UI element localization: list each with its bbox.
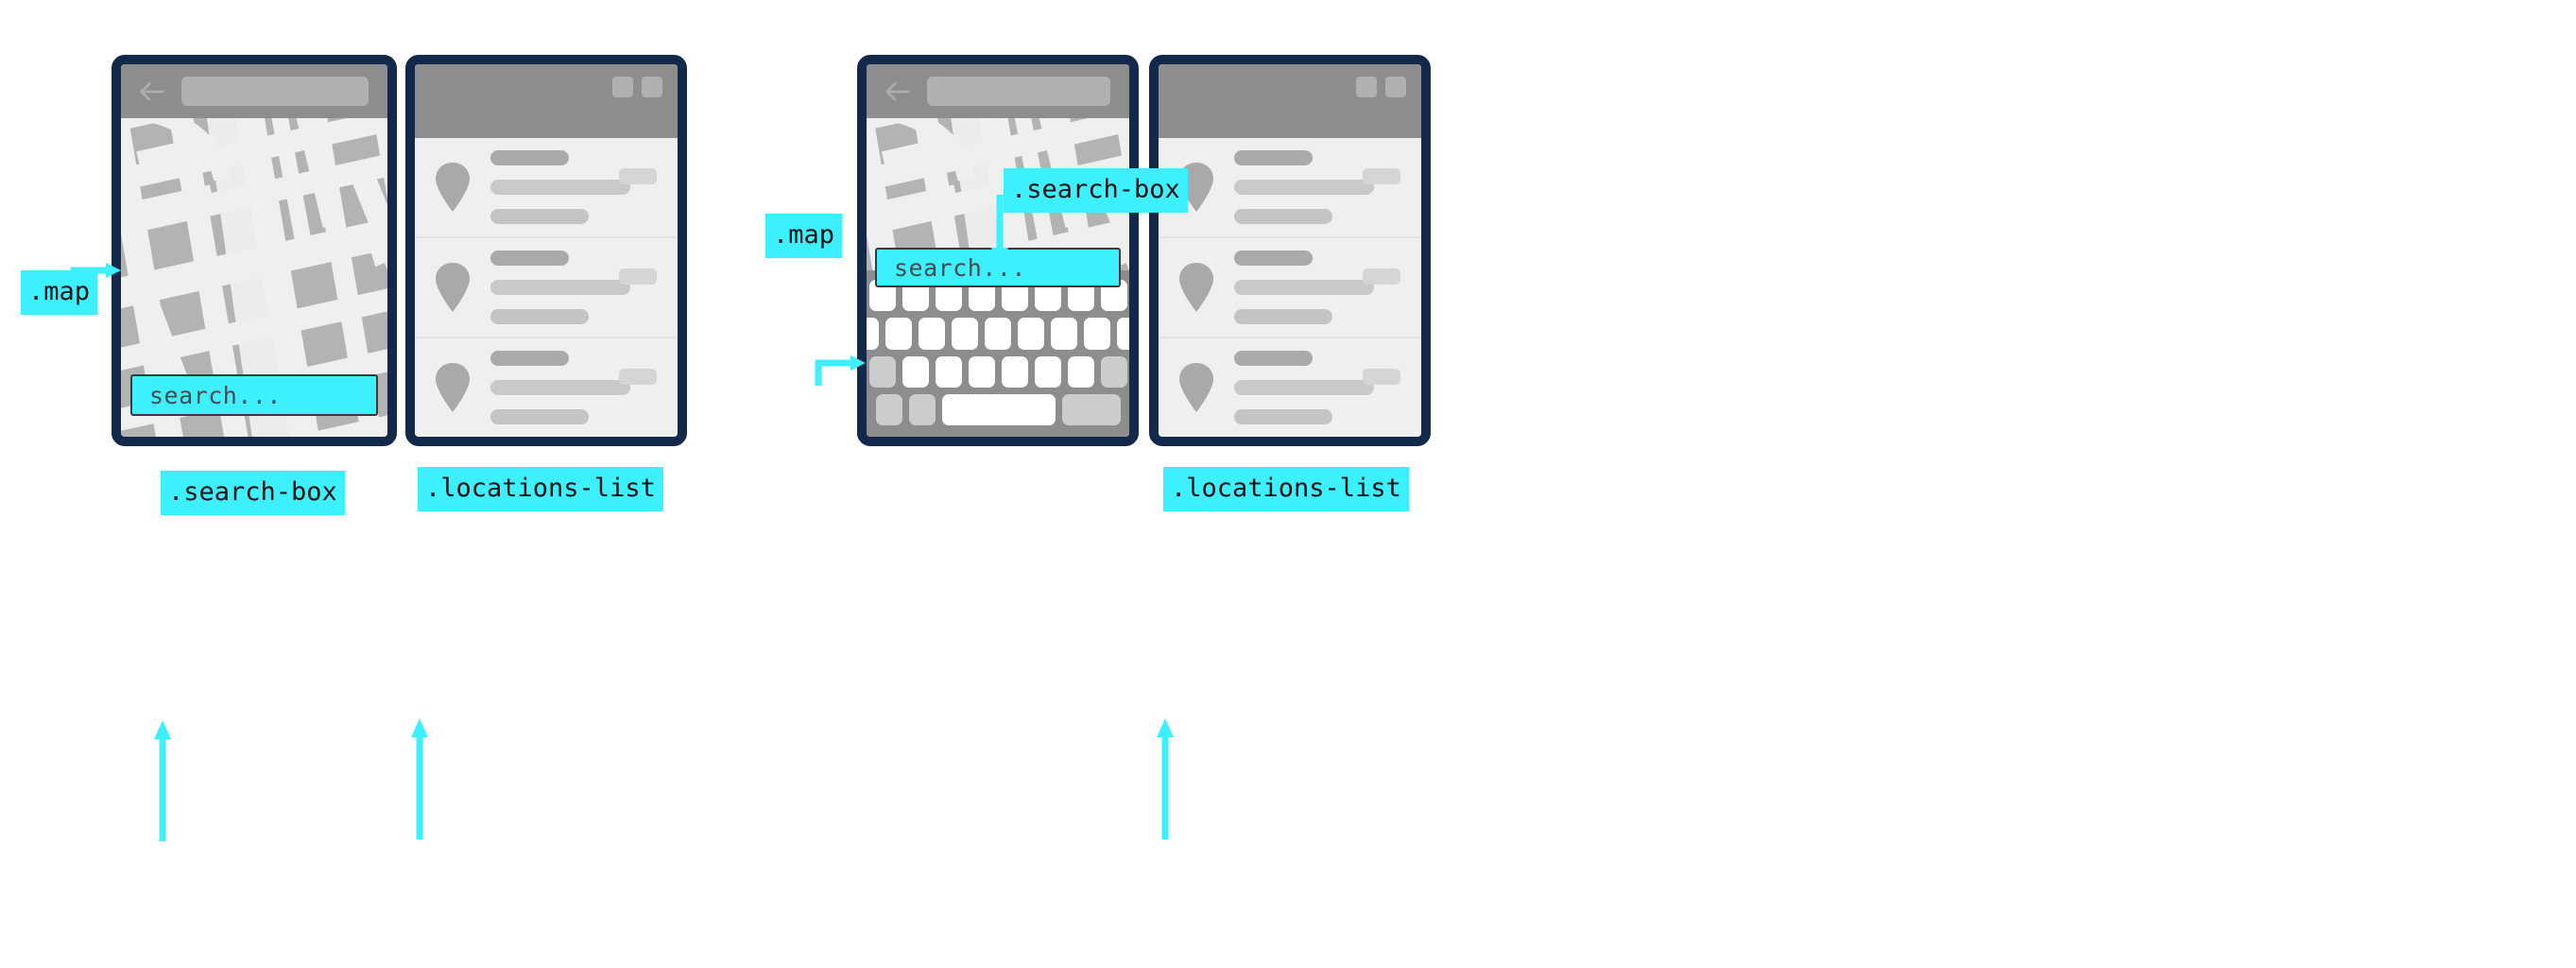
- keyboard-key[interactable]: [1018, 318, 1044, 350]
- list-item-title: [1234, 251, 1313, 266]
- list-item-title: [490, 251, 569, 266]
- square-icon[interactable]: [612, 77, 633, 97]
- list-item-text: [490, 251, 661, 324]
- map-pin-icon: [1177, 361, 1215, 414]
- keyboard-symbols-key[interactable]: [875, 393, 902, 425]
- map-address-field[interactable]: [181, 77, 369, 106]
- annotation-search-box-left: .search-box: [161, 471, 345, 515]
- on-screen-keyboard[interactable]: [867, 270, 1129, 437]
- list-body-b: [1159, 138, 1421, 437]
- square-icon[interactable]: [642, 77, 662, 97]
- keyboard-emoji-key[interactable]: [908, 393, 936, 425]
- list-body-a: [415, 138, 678, 437]
- keyboard-space-key[interactable]: [941, 393, 1056, 425]
- keyboard-key[interactable]: [968, 355, 995, 388]
- keyboard-backspace-key[interactable]: [1100, 355, 1127, 388]
- keyboard-key[interactable]: [1117, 318, 1129, 350]
- list-item-line2: [1234, 309, 1333, 324]
- list-item[interactable]: [415, 337, 678, 437]
- status-badge: [619, 268, 657, 285]
- list-item[interactable]: [415, 236, 678, 337]
- phone-frame-map-a: search...: [112, 55, 397, 446]
- search-box[interactable]: search...: [130, 374, 378, 416]
- list-item-line2: [490, 209, 590, 224]
- keyboard-key[interactable]: [919, 318, 945, 350]
- keyboard-shift-key[interactable]: [868, 355, 896, 388]
- status-badge: [1363, 168, 1400, 185]
- list-item-line1: [490, 180, 630, 195]
- keyboard-row-4: [874, 393, 1122, 425]
- keyboard-key[interactable]: [1001, 355, 1028, 388]
- list-item-line1: [490, 280, 630, 295]
- square-icon[interactable]: [1385, 77, 1406, 97]
- keyboard-key[interactable]: [1034, 355, 1061, 388]
- list-item-line2: [490, 309, 590, 324]
- list-item-text: [1234, 251, 1404, 324]
- list-item-line2: [1234, 209, 1333, 224]
- list-item-text: [1234, 150, 1404, 224]
- locations-list-screen-b[interactable]: [1159, 64, 1421, 437]
- keyboard-key[interactable]: [952, 318, 978, 350]
- connector-locations-list-right: [1154, 718, 1182, 841]
- map-topbar-a: [121, 64, 387, 119]
- status-badge: [619, 168, 657, 185]
- diagram-canvas: search... search... .map .search-box .lo…: [0, 0, 2576, 968]
- list-item[interactable]: [1159, 236, 1421, 337]
- list-header-b: [1159, 64, 1421, 138]
- list-item-text: [490, 351, 661, 424]
- list-item-line1: [1234, 380, 1374, 395]
- map-topbar-b: [867, 64, 1129, 119]
- map-pin-icon: [434, 361, 472, 414]
- list-item-line1: [1234, 180, 1374, 195]
- map-pin-icon: [1177, 261, 1215, 314]
- locations-list-screen-a[interactable]: [415, 64, 678, 437]
- back-arrow-icon[interactable]: [882, 76, 914, 108]
- status-badge: [1363, 268, 1400, 285]
- map-pin-icon: [434, 261, 472, 314]
- connector-locations-list-left: [408, 718, 437, 841]
- keyboard-row-2: [867, 318, 1129, 350]
- keyboard-key[interactable]: [985, 318, 1011, 350]
- list-item-title: [1234, 351, 1313, 366]
- phone-frame-list-a: [405, 55, 687, 446]
- status-badge: [619, 369, 657, 386]
- keyboard-key[interactable]: [902, 355, 929, 388]
- map-address-field[interactable]: [927, 77, 1110, 106]
- list-item-line1: [1234, 280, 1374, 295]
- keyboard-key[interactable]: [1084, 318, 1110, 350]
- list-item-title: [1234, 150, 1313, 165]
- back-arrow-icon[interactable]: [136, 76, 168, 108]
- list-item-line2: [1234, 409, 1333, 424]
- keyboard-key[interactable]: [1051, 318, 1077, 350]
- annotation-map-right: .map: [765, 214, 843, 258]
- list-item-text: [1234, 351, 1404, 424]
- phone-frame-list-b: [1149, 55, 1431, 446]
- map-pin-icon: [434, 161, 472, 214]
- connector-search-box-left: [151, 720, 180, 843]
- list-item-line2: [490, 409, 590, 424]
- connector-map-right: [815, 355, 866, 388]
- keyboard-key[interactable]: [885, 318, 912, 350]
- keyboard-enter-key[interactable]: [1061, 393, 1121, 425]
- list-item-title: [490, 351, 569, 366]
- list-item-title: [490, 150, 569, 165]
- search-input-placeholder: search...: [149, 381, 282, 409]
- annotation-locations-list-left: .locations-list: [418, 467, 663, 511]
- annotation-map-left: .map: [21, 270, 98, 315]
- list-item[interactable]: [1159, 138, 1421, 236]
- annotation-locations-list-right: .locations-list: [1163, 467, 1409, 511]
- list-item[interactable]: [1159, 337, 1421, 437]
- keyboard-row-3: [868, 355, 1127, 388]
- keyboard-key[interactable]: [1067, 355, 1094, 388]
- list-item-line1: [490, 380, 630, 395]
- square-icon[interactable]: [1356, 77, 1377, 97]
- keyboard-key[interactable]: [935, 355, 962, 388]
- list-item[interactable]: [415, 138, 678, 236]
- list-header-a: [415, 64, 678, 138]
- status-badge: [1363, 369, 1400, 386]
- keyboard-key[interactable]: [867, 318, 879, 350]
- list-item-text: [490, 150, 661, 224]
- map-screen-a[interactable]: search...: [121, 64, 387, 437]
- annotation-search-box-right: .search-box: [1004, 168, 1188, 213]
